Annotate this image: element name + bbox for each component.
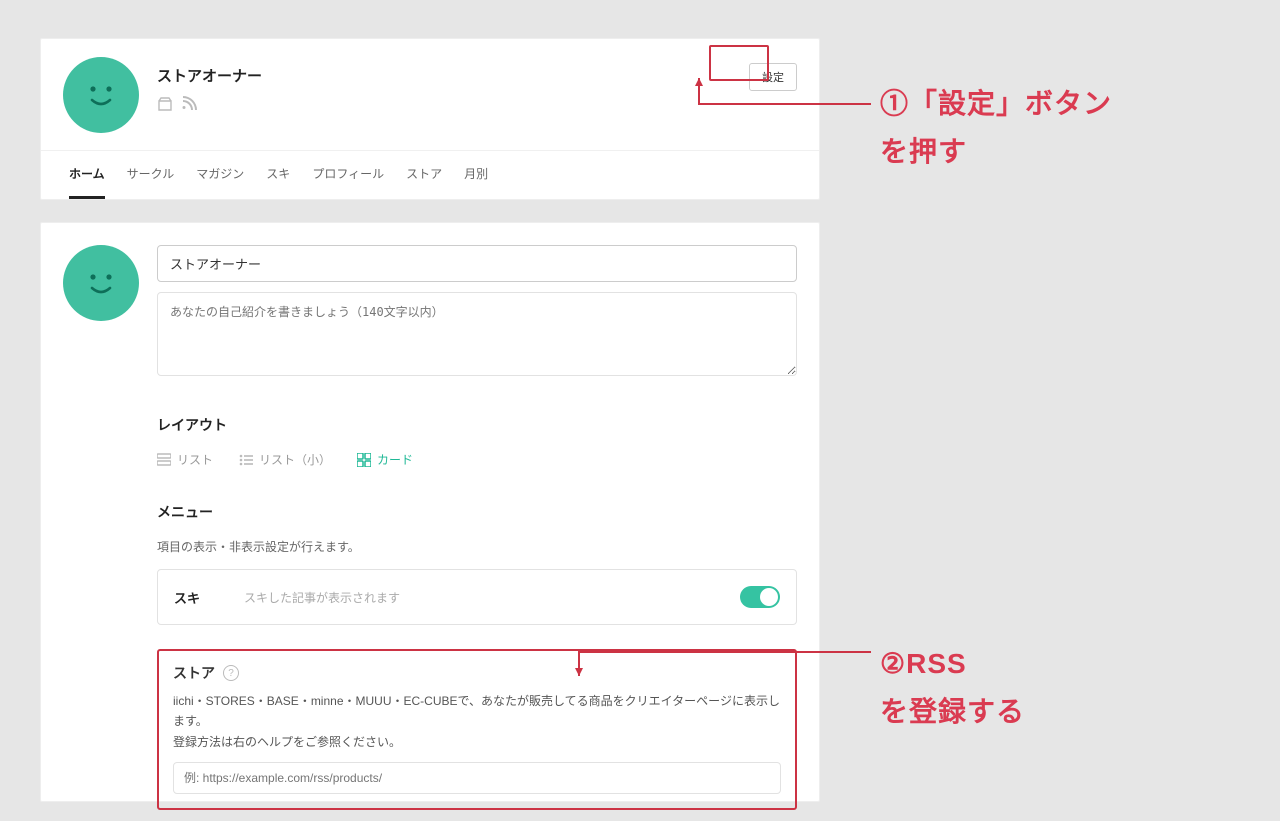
- layout-title: レイアウト: [157, 415, 797, 435]
- menu-title: メニュー: [157, 502, 797, 522]
- list-small-icon: [239, 453, 253, 467]
- bio-textarea[interactable]: [157, 292, 797, 376]
- layout-options: リスト リスト（小） カード: [157, 451, 797, 468]
- list-icon: [157, 453, 171, 467]
- tab-store[interactable]: ストア: [406, 151, 442, 199]
- avatar: [63, 57, 139, 133]
- layout-list-small[interactable]: リスト（小）: [239, 451, 331, 468]
- profile-card: ストアオーナー … 設定 ホーム サークル マガジン スキ プロフィール ストア…: [40, 38, 820, 200]
- tab-magazine[interactable]: マガジン: [196, 151, 244, 199]
- tab-monthly[interactable]: 月別: [464, 151, 488, 199]
- tab-profile[interactable]: プロフィール: [312, 151, 384, 199]
- menu-desc: 項目の表示・非表示設定が行えます。: [157, 538, 797, 555]
- store-desc-line2: 登録方法は右のヘルプをご参照ください。: [173, 735, 401, 749]
- callout-1-line2: を押す: [880, 128, 1112, 176]
- store-title: ストア: [173, 663, 215, 683]
- menu-row-label: スキ: [174, 588, 244, 607]
- profile-tabs: ホーム サークル マガジン スキ プロフィール ストア 月別: [41, 150, 819, 199]
- layout-list[interactable]: リスト: [157, 451, 213, 468]
- layout-list-label: リスト: [177, 451, 213, 468]
- callout-1: ①「設定」ボタン を押す: [880, 80, 1112, 175]
- callout-1-line1: ①「設定」ボタン: [880, 80, 1112, 128]
- callout-2: ②RSS を登録する: [880, 640, 1025, 735]
- callout-2-line2: を登録する: [880, 688, 1025, 736]
- name-input[interactable]: [157, 245, 797, 282]
- callout-2-line1: ②RSS: [880, 640, 1025, 688]
- layout-list-small-label: リスト（小）: [259, 451, 331, 468]
- settings-card: レイアウト リスト リスト（小）: [40, 222, 820, 802]
- tab-home[interactable]: ホーム: [69, 151, 105, 199]
- menu-row-toggle[interactable]: [740, 586, 780, 608]
- tab-circle[interactable]: サークル: [127, 151, 175, 199]
- settings-button[interactable]: 設定: [749, 63, 797, 91]
- tab-suki[interactable]: スキ: [266, 151, 290, 199]
- store-section: ストア ? iichi・STORES・BASE・minne・MUUU・EC-CU…: [157, 649, 797, 810]
- help-icon[interactable]: ?: [223, 665, 239, 681]
- layout-card[interactable]: カード: [357, 451, 413, 468]
- store-icon[interactable]: [157, 96, 173, 117]
- avatar-settings[interactable]: [63, 245, 139, 321]
- menu-row-suki: スキ スキした記事が表示されます: [157, 569, 797, 625]
- card-icon: [357, 453, 371, 467]
- menu-row-hint: スキした記事が表示されます: [244, 589, 400, 606]
- rss-icon[interactable]: [181, 96, 197, 117]
- profile-name: ストアオーナー: [157, 65, 262, 86]
- store-rss-input[interactable]: [173, 762, 781, 794]
- more-icon[interactable]: …: [719, 68, 737, 86]
- store-desc-line1: iichi・STORES・BASE・minne・MUUU・EC-CUBEで、あな…: [173, 694, 780, 728]
- layout-card-label: カード: [377, 451, 413, 468]
